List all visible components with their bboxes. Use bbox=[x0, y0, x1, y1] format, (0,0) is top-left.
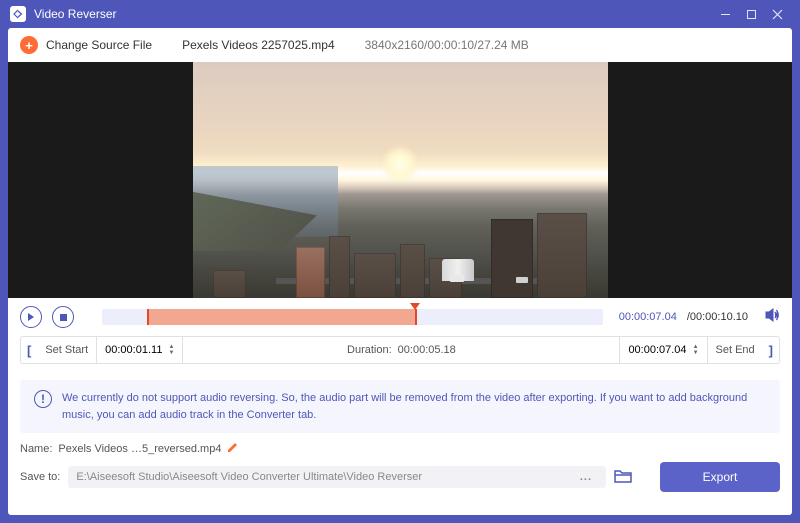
save-path-box: E:\Aiseesoft Studio\Aiseesoft Video Conv… bbox=[68, 466, 606, 488]
play-button[interactable] bbox=[20, 306, 42, 328]
duration-display: Duration:00:00:05.18 bbox=[183, 337, 619, 363]
playback-controls: 00:00:07.04/00:00:10.10 bbox=[20, 306, 780, 328]
app-title: Video Reverser bbox=[34, 7, 712, 21]
timeline-scrubber[interactable] bbox=[102, 309, 603, 325]
current-time: 00:00:07.04 bbox=[619, 311, 677, 323]
change-source-button[interactable]: + Change Source File bbox=[20, 36, 152, 54]
window-body: + Change Source File Pexels Videos 22570… bbox=[8, 28, 792, 515]
source-fileinfo: 3840x2160/00:00:10/27.24 MB bbox=[365, 38, 529, 52]
volume-button[interactable] bbox=[764, 307, 780, 328]
set-start-button[interactable]: Set Start bbox=[37, 337, 96, 363]
source-filename: Pexels Videos 2257025.mp4 bbox=[182, 38, 335, 52]
end-time-value: 00:00:07.04 bbox=[628, 344, 686, 356]
browse-button[interactable]: ... bbox=[574, 471, 598, 483]
maximize-button[interactable] bbox=[738, 1, 764, 27]
export-button[interactable]: Export bbox=[660, 462, 780, 492]
toolbar: + Change Source File Pexels Videos 22570… bbox=[8, 28, 792, 62]
video-frame bbox=[193, 62, 608, 298]
end-time-stepper[interactable]: ▲▼ bbox=[693, 344, 699, 356]
open-folder-button[interactable] bbox=[614, 468, 632, 487]
titlebar: Video Reverser bbox=[0, 0, 800, 28]
output-filename: Pexels Videos …5_reversed.mp4 bbox=[58, 443, 221, 455]
minimize-button[interactable] bbox=[712, 1, 738, 27]
close-button[interactable] bbox=[764, 1, 790, 27]
name-label: Name: bbox=[20, 443, 52, 455]
stop-button[interactable] bbox=[52, 306, 74, 328]
save-path-value: E:\Aiseesoft Studio\Aiseesoft Video Conv… bbox=[76, 471, 573, 483]
save-to-label: Save to: bbox=[20, 471, 60, 483]
notice-text: We currently do not support audio revers… bbox=[62, 390, 766, 423]
start-time-stepper[interactable]: ▲▼ bbox=[168, 344, 174, 356]
bracket-left-icon: [ bbox=[21, 343, 37, 358]
range-row: [ Set Start 00:00:01.11 ▲▼ Duration:00:0… bbox=[20, 336, 780, 364]
app-icon bbox=[10, 6, 26, 22]
playhead-icon[interactable] bbox=[410, 303, 420, 310]
change-source-label: Change Source File bbox=[46, 38, 152, 52]
notice-banner: ! We currently do not support audio reve… bbox=[20, 380, 780, 433]
set-end-button[interactable]: Set End bbox=[708, 337, 763, 363]
edit-name-button[interactable] bbox=[227, 441, 239, 456]
info-icon: ! bbox=[34, 390, 52, 408]
start-time-value: 00:00:01.11 bbox=[105, 344, 162, 356]
footer: Name: Pexels Videos …5_reversed.mp4 Save… bbox=[8, 433, 792, 502]
bracket-right-icon: ] bbox=[763, 343, 779, 358]
plus-icon: + bbox=[20, 36, 38, 54]
video-preview[interactable] bbox=[8, 62, 792, 298]
selection-range[interactable] bbox=[147, 309, 417, 325]
total-time: /00:00:10.10 bbox=[687, 311, 748, 323]
